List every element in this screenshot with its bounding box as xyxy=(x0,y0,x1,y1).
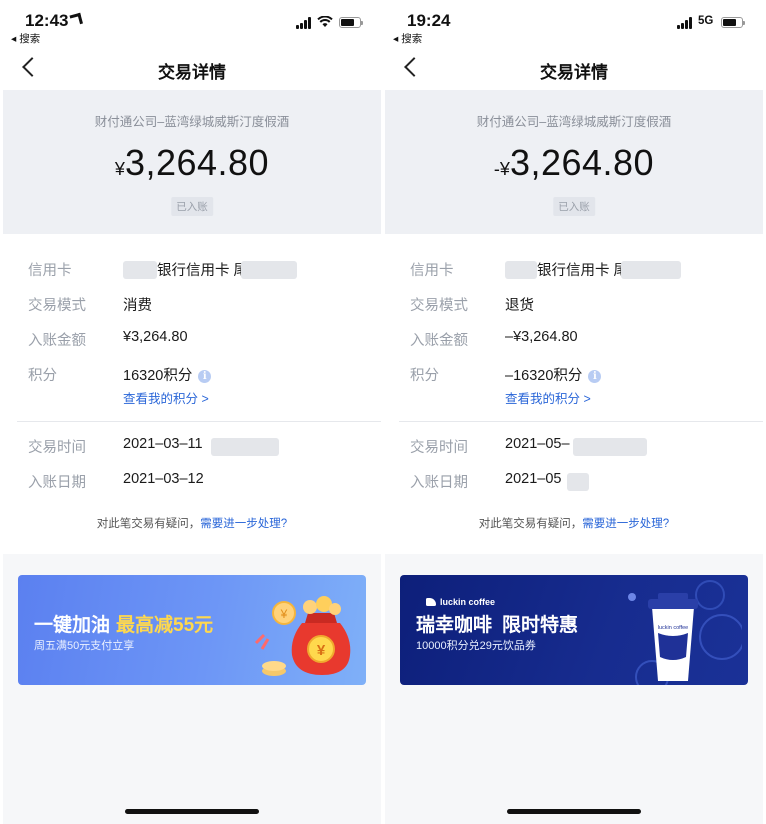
location-arrow-icon xyxy=(69,12,84,27)
masked-time xyxy=(211,438,279,456)
card-row: 信用卡 银行信用卡 尾 xyxy=(3,259,381,283)
posting-date-row: 入账日期 2021–05 xyxy=(385,471,763,495)
info-icon[interactable]: i xyxy=(588,370,602,383)
status-time: 19:24 xyxy=(407,11,451,30)
points-row: 积分 16320积分 i xyxy=(3,364,381,388)
transaction-details: 信用卡 银行信用卡 尾 交易模式 消费 入账金额 ¥3,264.80 积分 16… xyxy=(3,234,381,554)
page-title: 交易详情 xyxy=(540,63,608,82)
view-points-link[interactable]: 查看我的积分 > xyxy=(123,388,209,407)
status-bar: 19:24 ◂ 搜索 5G xyxy=(385,0,763,48)
amount-summary: 财付通公司–蓝湾绿城威斯汀度假酒 -¥3,264.80 已入账 xyxy=(385,90,763,234)
cellular-signal-icon xyxy=(296,17,314,29)
ad-title: 一键加油 xyxy=(34,615,111,636)
ad-subtitle: 10000积分兑29元饮品券 xyxy=(416,640,536,652)
coffee-cup-icon: luckin coffee xyxy=(628,580,742,685)
nav-bar: 交易详情 xyxy=(385,48,763,90)
card-row: 信用卡 银行信用卡 尾 xyxy=(385,259,763,283)
dispute-link[interactable]: 需要进一步处理? xyxy=(582,518,669,530)
home-indicator xyxy=(125,809,259,814)
dispute-link[interactable]: 需要进一步处理? xyxy=(200,518,287,530)
right-screen: 19:24 ◂ 搜索 5G 交易详情 财付通公司–蓝湾绿城威斯汀度假酒 -¥3,… xyxy=(385,0,763,824)
dispute-prompt: 对此笔交易有疑问，需要进一步处理? xyxy=(96,518,288,530)
transaction-amount: 3,264.80 xyxy=(124,142,270,183)
masked-time xyxy=(573,438,647,456)
masked-bank-name xyxy=(505,261,537,279)
amount-display: ¥3,264.80 xyxy=(3,142,381,184)
status-bar: 12:43 ◂ 搜索 xyxy=(3,0,381,48)
svg-text:luckin coffee: luckin coffee xyxy=(658,625,688,631)
card-value: 银行信用卡 尾 xyxy=(157,263,249,279)
masked-card-number xyxy=(621,261,681,279)
transaction-amount: 3,264.80 xyxy=(509,142,655,183)
status-time: 12:43 xyxy=(25,11,84,31)
masked-date xyxy=(567,473,589,491)
masked-card-number xyxy=(241,261,297,279)
transaction-time-row: 交易时间 2021–05– xyxy=(385,436,763,460)
posted-amount-row: 入账金额 –¥3,264.80 xyxy=(410,329,578,349)
cellular-signal-icon xyxy=(677,17,695,29)
back-to-search-link[interactable]: ◂ 搜索 xyxy=(393,31,422,46)
divider xyxy=(17,421,381,422)
merchant-name: 财付通公司–蓝湾绿城威斯汀度假酒 xyxy=(476,115,672,129)
battery-icon xyxy=(339,17,363,28)
transaction-time-row: 交易时间 2021–03–11 xyxy=(3,436,381,460)
svg-text:¥: ¥ xyxy=(280,607,288,621)
currency-symbol: -¥ xyxy=(493,159,510,179)
mode-row: 交易模式 退货 xyxy=(410,298,534,314)
ad-highlight: 最高减55元 xyxy=(116,615,214,636)
amount-display: -¥3,264.80 xyxy=(385,142,763,184)
luckin-deer-icon xyxy=(426,598,436,606)
divider xyxy=(399,421,763,422)
mode-row: 交易模式 消费 xyxy=(28,298,152,314)
card-value: 银行信用卡 尾 xyxy=(537,263,629,279)
back-to-search-link[interactable]: ◂ 搜索 xyxy=(11,31,40,46)
status-badge: 已入账 xyxy=(171,197,213,216)
ad-highlight: 限时特惠 xyxy=(502,615,579,636)
posted-amount-row: 入账金额 ¥3,264.80 xyxy=(28,329,188,349)
luckin-promo-banner[interactable]: luckin coffee luckin coffee 瑞幸咖啡 限时特惠 100… xyxy=(400,575,748,685)
wifi-icon xyxy=(317,16,333,27)
dispute-prompt: 对此笔交易有疑问，需要进一步处理? xyxy=(478,518,670,530)
battery-icon xyxy=(721,17,745,28)
home-indicator xyxy=(507,809,641,814)
ad-subtitle: 周五满50元支付立享 xyxy=(34,640,135,652)
money-bag-icon: ¥ ¥ xyxy=(254,596,351,676)
amount-summary: 财付通公司–蓝湾绿城威斯汀度假酒 ¥3,264.80 已入账 xyxy=(3,90,381,234)
view-points-link[interactable]: 查看我的积分 > xyxy=(505,388,591,407)
nav-bar: 交易详情 xyxy=(3,48,381,90)
page-title: 交易详情 xyxy=(158,63,226,82)
merchant-name: 财付通公司–蓝湾绿城威斯汀度假酒 xyxy=(94,115,290,129)
masked-bank-name xyxy=(123,261,157,279)
brand-name: luckin coffee xyxy=(440,597,496,607)
svg-text:¥: ¥ xyxy=(317,642,326,659)
network-type: 5G xyxy=(698,15,714,27)
ad-title: 瑞幸咖啡 xyxy=(416,615,493,636)
posting-date-row: 入账日期 2021–03–12 xyxy=(28,471,204,491)
left-screen: 12:43 ◂ 搜索 交易详情 财付通公司–蓝湾绿城威斯汀度假酒 ¥3,264.… xyxy=(3,0,381,824)
status-badge: 已入账 xyxy=(553,197,595,216)
currency-symbol: ¥ xyxy=(114,159,125,179)
points-row: 积分 –16320积分 i xyxy=(385,364,763,388)
info-icon[interactable]: i xyxy=(198,370,212,383)
transaction-details: 信用卡 银行信用卡 尾 交易模式 退货 入账金额 –¥3,264.80 积分 –… xyxy=(385,234,763,554)
fuel-promo-banner[interactable]: ¥ ¥ 一键加油 最高减55元 周五满50元支付立享 xyxy=(18,575,366,685)
